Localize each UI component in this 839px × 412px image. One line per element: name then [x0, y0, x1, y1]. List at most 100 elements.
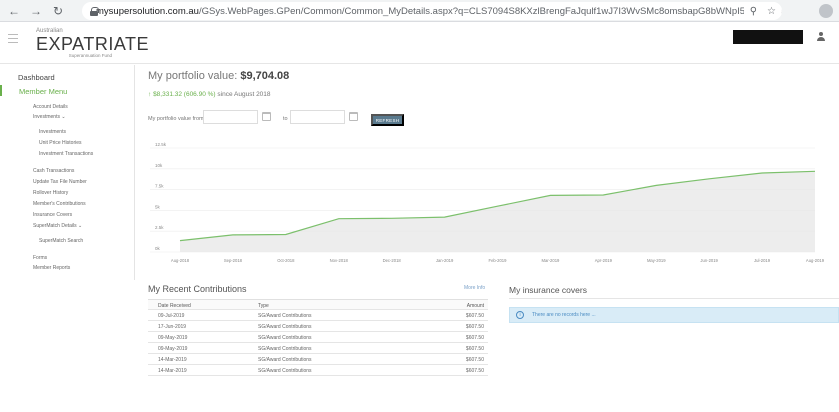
growth-since: since August 2018	[217, 91, 271, 98]
sidebar-item-investments[interactable]: Investments ⌄	[33, 114, 66, 120]
row-date: 09-May-2019	[158, 346, 188, 352]
sidebar-item-forms[interactable]: Forms	[33, 255, 47, 261]
sidebar-item-member-reports[interactable]: Member Reports	[33, 265, 70, 271]
logo-main-text: EXPATRIATE	[36, 34, 150, 54]
xtick-label: Nov-2018	[330, 258, 349, 263]
xtick-label: Sep-2018	[224, 258, 243, 263]
info-icon: i	[516, 311, 524, 319]
growth-change: $8,331.32 (606.90 %)	[153, 91, 216, 98]
portfolio-value: $9,704.08	[240, 70, 290, 82]
url-host: mysupersolution.com.au	[96, 5, 199, 17]
insurance-empty-alert: i There are no records here ...	[509, 307, 839, 323]
insurance-title: My insurance covers	[509, 285, 587, 295]
sidebar-item-insurance-covers[interactable]: Insurance Covers	[33, 212, 72, 218]
row-type: SG/Award Contributions	[258, 357, 312, 363]
row-type: SG/Award Contributions	[258, 313, 312, 319]
sidebar-item-update-tfn[interactable]: Update Tax File Number	[33, 179, 87, 185]
xtick-label: May-2019	[647, 258, 666, 263]
sidebar-item-investments-label: Investments	[33, 114, 60, 120]
header-amount[interactable]: Amount	[467, 303, 484, 309]
row-date: 09-May-2019	[158, 335, 188, 341]
from-date-input[interactable]	[203, 110, 258, 124]
header-date[interactable]: Date Received	[158, 303, 191, 309]
chart-ytick-labels: 0k 2.5k 5k 7.5k 10k 12.5k	[155, 142, 167, 251]
row-amount: $607.50	[465, 368, 484, 374]
insurance-divider	[509, 298, 839, 299]
calendar-icon[interactable]	[262, 112, 271, 121]
sidebar-item-investments-sub[interactable]: Investments	[39, 129, 66, 135]
xtick-label: Oct-2018	[277, 258, 295, 263]
app-header: Australian EXPATRIATE Superannuation Fun…	[0, 22, 839, 64]
reload-icon[interactable]: ↻	[50, 3, 66, 19]
chart-xtick-labels: Aug-2018 Sep-2018 Oct-2018 Nov-2018 Dec-2018…	[171, 258, 825, 263]
xtick-label: Jul-2019	[754, 258, 771, 263]
portfolio-chart: 0k 2.5k 5k 7.5k 10k 12.5k Aug-2018 Sep-2018 Oct…	[150, 142, 825, 263]
sidebar-item-account-details[interactable]: Account Details	[33, 104, 68, 110]
more-info-link[interactable]: More Info	[464, 285, 485, 291]
url-actions: ⚲ ☆	[743, 2, 782, 20]
forward-arrow-icon[interactable]: →	[28, 3, 44, 19]
sidebar-item-supermatch-details[interactable]: SuperMatch Details ⌄	[33, 223, 82, 229]
sidebar-item-unit-price-histories[interactable]: Unit Price Histories	[39, 140, 82, 146]
filter-to-label: to	[283, 116, 288, 122]
sidebar-item-cash-transactions[interactable]: Cash Transactions	[33, 168, 74, 174]
chart-area	[180, 171, 815, 252]
active-menu-marker	[0, 85, 2, 96]
calendar-icon[interactable]	[349, 112, 358, 121]
xtick-label: Dec-2018	[383, 258, 402, 263]
xtick-label: Aug-2019	[806, 258, 825, 263]
xtick-label: Apr-2019	[595, 258, 613, 263]
address-bar[interactable]: mysupersolution.com.au/GSys.WebPages.GPe…	[82, 2, 782, 20]
row-type: SG/Award Contributions	[258, 346, 312, 352]
xtick-label: Feb-2019	[489, 258, 508, 263]
sidebar-dashboard[interactable]: Dashboard	[18, 73, 55, 82]
sidebar-member-menu[interactable]: Member Menu	[19, 87, 67, 96]
sidebar-item-rollover-history[interactable]: Rollover History	[33, 190, 68, 196]
zoom-icon[interactable]: ⚲	[750, 6, 757, 17]
sidebar-item-member-contributions[interactable]: Member's Contributions	[33, 201, 86, 207]
refresh-button[interactable]: REFRESH	[371, 114, 404, 126]
sidebar: Dashboard Member Menu Account Details In…	[0, 65, 135, 280]
page-root: ← → ↻ mysupersolution.com.au/GSys.WebPag…	[0, 0, 839, 412]
row-date: 17-Jun-2019	[158, 324, 187, 330]
ytick-label: 2.5k	[155, 225, 164, 230]
insurance-message: There are no records here ...	[532, 312, 596, 318]
row-date: 09-Jul-2019	[158, 313, 185, 319]
chevron-down-icon: ⌄	[78, 223, 83, 229]
row-date: 14-Mar-2019	[158, 357, 187, 363]
ytick-label: 12.5k	[155, 142, 167, 147]
row-type: SG/Award Contributions	[258, 335, 312, 341]
sidebar-item-investment-transactions[interactable]: Investment Transactions	[39, 151, 93, 157]
up-arrow-icon: ↑	[148, 91, 152, 98]
table-row: 09-May-2019 SG/Award Contributions $607.…	[148, 343, 488, 354]
user-name-redacted[interactable]	[733, 30, 803, 44]
hamburger-menu-icon[interactable]	[8, 34, 18, 43]
portfolio-title: My portfolio value: $9,704.08	[148, 70, 289, 82]
to-date-input[interactable]	[290, 110, 345, 124]
header-type[interactable]: Type	[258, 303, 269, 309]
table-row: 09-Jul-2019 SG/Award Contributions $607.…	[148, 310, 488, 321]
sidebar-item-supermatch-search[interactable]: SuperMatch Search	[39, 238, 83, 244]
table-row: 17-Jun-2019 SG/Award Contributions $607.…	[148, 321, 488, 332]
fund-logo[interactable]: Australian EXPATRIATE Superannuation Fun…	[36, 28, 150, 62]
browser-toolbar: ← → ↻ mysupersolution.com.au/GSys.WebPag…	[0, 0, 839, 22]
xtick-label: Mar-2019	[541, 258, 560, 263]
ytick-label: 5k	[155, 204, 161, 209]
row-amount: $607.50	[465, 357, 484, 363]
row-type: SG/Award Contributions	[258, 368, 312, 374]
user-icon[interactable]	[816, 31, 826, 43]
bookmark-star-icon[interactable]: ☆	[767, 6, 776, 17]
portfolio-growth: ↑ $8,331.32 (606.90 %) since August 2018	[148, 91, 271, 98]
row-type: SG/Award Contributions	[258, 324, 312, 330]
table-row: 14-Mar-2019 SG/Award Contributions $607.…	[148, 354, 488, 365]
chevron-down-icon: ⌄	[61, 114, 66, 120]
back-arrow-icon[interactable]: ←	[6, 3, 22, 19]
table-header-row: Date Received Type Amount	[148, 299, 488, 310]
ytick-label: 10k	[155, 163, 163, 168]
xtick-label: Jan-2019	[436, 258, 454, 263]
xtick-label: Jun-2019	[700, 258, 718, 263]
browser-profile-icon[interactable]	[819, 4, 833, 18]
xtick-label: Aug-2018	[171, 258, 190, 263]
ytick-label: 0k	[155, 246, 161, 251]
url-path: /GSys.WebPages.GPen/Common/Common_MyDeta…	[198, 5, 782, 17]
